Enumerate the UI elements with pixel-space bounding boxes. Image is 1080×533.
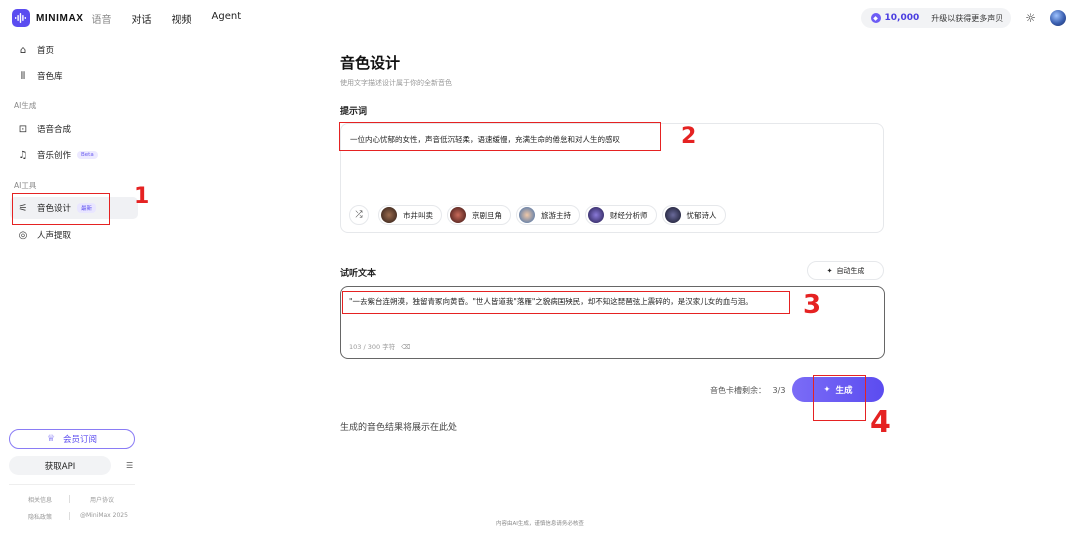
auto-generate-label: 自动生成 (836, 266, 865, 275)
footer-separator (69, 495, 70, 503)
get-api-button[interactable]: 获取API (9, 456, 111, 475)
sidebar-item-label: 语音合成 (37, 125, 72, 135)
home-icon: ⌂ (19, 44, 27, 56)
sidebar-item-tts[interactable]: ⊡ 语音合成 (10, 118, 138, 140)
sidebar-item-label: 音乐创作 (37, 151, 72, 161)
preset-chip[interactable]: 市井叫卖 (378, 205, 442, 225)
section-ai-tools: AI工具 (14, 181, 37, 190)
preset-avatar (519, 207, 535, 223)
coin-icon: ◆ (870, 13, 881, 23)
tts-icon: ⊡ (18, 123, 28, 135)
library-icon: ⫴ (20, 70, 26, 82)
collapse-menu-icon[interactable]: ☰ (126, 461, 133, 470)
char-count-value: 103 / 300 字符 (349, 343, 396, 351)
preset-label: 忧郁诗人 (686, 210, 717, 220)
sidebar-divider (9, 484, 135, 485)
sparkle-icon: ✦ (826, 266, 833, 275)
annotation-number-3: 3 (803, 290, 822, 320)
sidebar-item-label: 人声提取 (37, 231, 72, 241)
sidebar-item-music[interactable]: ♫ 音乐创作 Beta (10, 144, 138, 166)
preset-chip[interactable]: 财经分析师 (585, 205, 657, 225)
preset-chip[interactable]: 旅游主持 (516, 205, 580, 225)
annotation-number-1: 1 (134, 184, 150, 209)
preset-label: 财经分析师 (610, 210, 648, 220)
annotation-box-3 (342, 291, 790, 314)
member-subscribe-label: 会员订阅 (63, 435, 98, 445)
credits-value: 10,000 (884, 13, 920, 23)
page-title: 音色设计 (340, 54, 401, 72)
slot-remaining: 音色卡槽剩余： 3/3 (710, 385, 785, 396)
sidebar-item-vocal-extract[interactable]: ◎ 人声提取 (10, 224, 138, 246)
annotation-box-1 (12, 193, 110, 225)
shuffle-icon[interactable]: ⤮ (349, 205, 369, 225)
preset-avatar (664, 207, 681, 223)
music-note-icon: ♫ (18, 149, 28, 161)
preset-avatar (450, 207, 466, 223)
footer-terms-link[interactable]: 用户协议 (90, 495, 114, 504)
prompt-label: 提示词 (340, 107, 368, 117)
slot-remaining-value: 3/3 (772, 386, 786, 395)
top-bar: MINIMAX 语音 对话 视频 Agent ◆ 10,000 升级以获得更多声… (0, 0, 1080, 36)
listen-text-label: 试听文本 (340, 269, 377, 279)
annotation-box-4 (813, 375, 866, 421)
nav-video[interactable]: 视频 (172, 11, 192, 26)
logo-sub: 语音 (91, 14, 112, 26)
annotation-number-4: 4 (870, 405, 891, 440)
char-count: 103 / 300 字符 ⌫ (349, 341, 410, 351)
beta-badge: Beta (77, 151, 98, 159)
avatar[interactable] (1050, 10, 1066, 26)
top-nav: 对话 视频 Agent (132, 11, 262, 26)
sidebar: ⌂ 首页 ⫴ 音色库 AI生成 ⊡ 语音合成 ♫ 音乐创作 Beta AI工具 … (0, 36, 142, 533)
vocal-extract-icon: ◎ (18, 229, 28, 241)
logo[interactable]: MINIMAX 语音 (12, 9, 112, 27)
section-ai-gen: AI生成 (14, 101, 37, 110)
auto-generate-button[interactable]: ✦ 自动生成 (807, 261, 884, 280)
result-placeholder: 生成的音色结果将展示在此处 (340, 423, 458, 433)
logo-text: MINIMAX (36, 12, 84, 24)
page-subtitle: 使用文字描述设计属于你的全新音色 (340, 79, 452, 87)
annotation-box-2 (339, 122, 661, 151)
preset-avatar (588, 207, 604, 223)
member-subscribe-button[interactable]: ♕ 会员订阅 (9, 429, 135, 449)
nav-chat[interactable]: 对话 (132, 11, 152, 26)
sidebar-item-label: 首页 (37, 46, 55, 56)
preset-chip[interactable]: 京剧旦角 (447, 205, 511, 225)
sidebar-item-home[interactable]: ⌂ 首页 (10, 39, 138, 61)
preset-label: 市井叫卖 (403, 210, 433, 220)
preset-chip[interactable]: 忧郁诗人 (661, 205, 726, 225)
credits-pill[interactable]: ◆ 10,000 升级以获得更多声贝 (860, 8, 1012, 28)
upgrade-link[interactable]: 升级以获得更多声贝 (931, 13, 1003, 24)
crown-icon: ♕ (46, 434, 56, 444)
preset-label: 旅游主持 (541, 210, 571, 220)
top-right: ◆ 10,000 升级以获得更多声贝 ☼ (860, 8, 1066, 28)
voice-presets: ⤮ 市井叫卖 京剧旦角 旅游主持 财经分析师 忧郁诗人 (349, 205, 731, 225)
sidebar-item-label: 音色库 (37, 72, 63, 82)
nav-agent[interactable]: Agent (212, 11, 242, 26)
footer-info-link[interactable]: 相关信息 (28, 495, 52, 504)
preset-label: 京剧旦角 (472, 210, 502, 220)
ai-disclaimer: 内容由AI生成，谨慎信息请务必核查 (496, 521, 584, 527)
waveform-logo-icon (12, 9, 30, 27)
sidebar-item-library[interactable]: ⫴ 音色库 (10, 65, 138, 87)
footer-copyright: @MiniMax 2025 (80, 512, 128, 519)
theme-toggle-icon[interactable]: ☼ (1025, 11, 1036, 25)
clear-icon[interactable]: ⌫ (401, 343, 410, 351)
annotation-number-2: 2 (681, 124, 697, 149)
preset-avatar (381, 207, 397, 223)
main-content: 音色设计 使用文字描述设计属于你的全新音色 提示词 一位内心忧郁的女性，声音低沉… (0, 0, 1080, 533)
slot-remaining-label: 音色卡槽剩余： (710, 386, 766, 395)
